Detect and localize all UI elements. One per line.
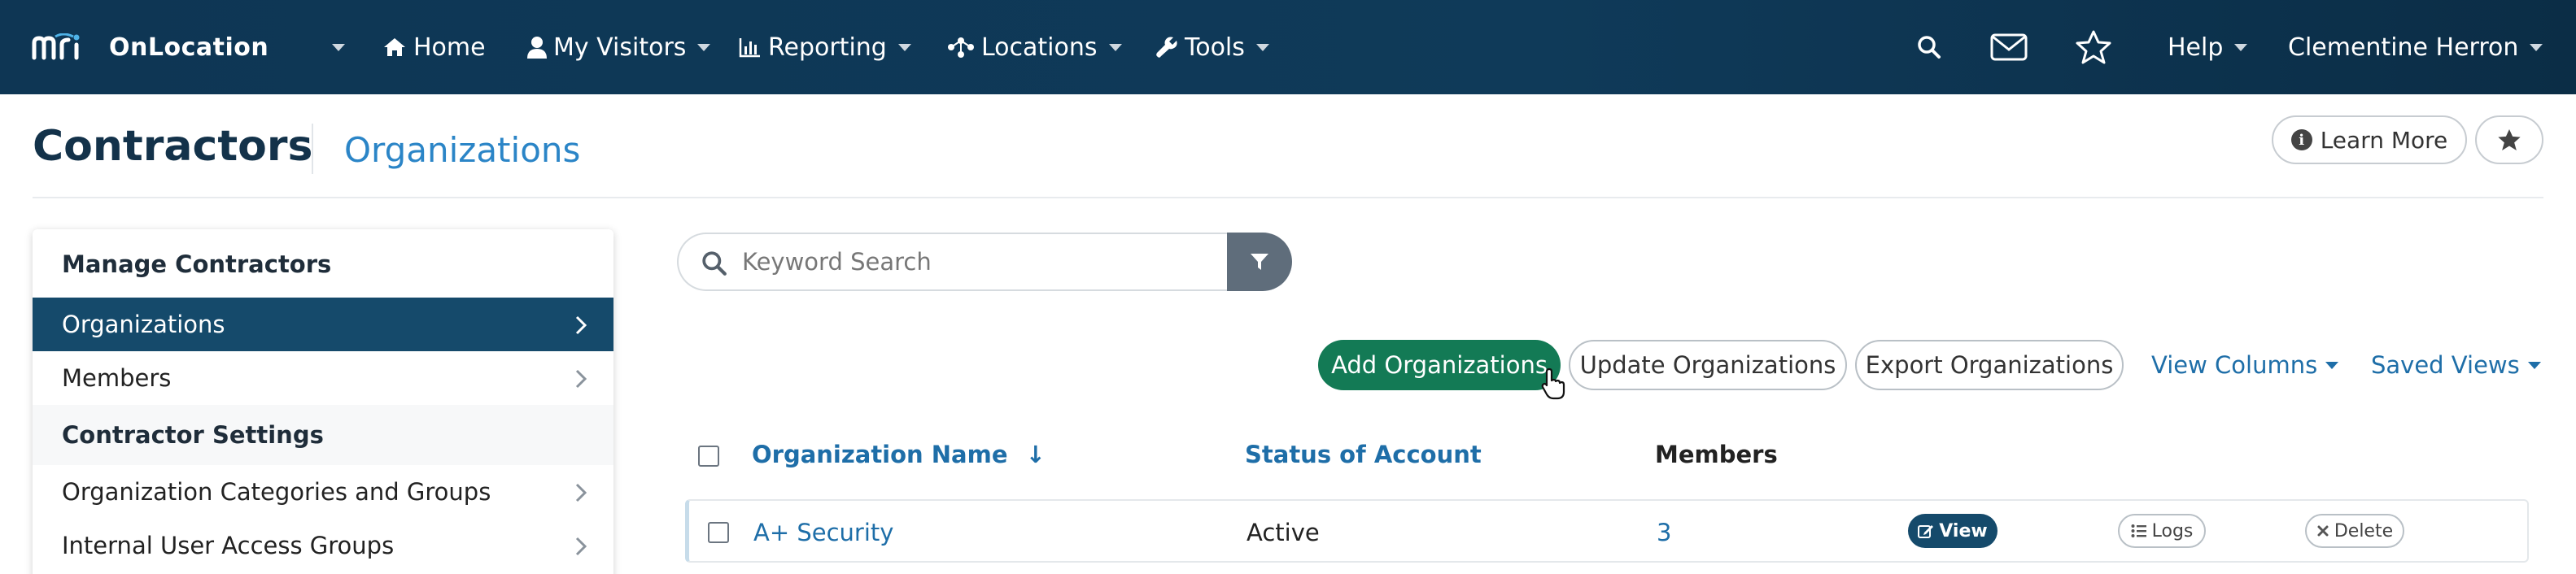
sidebar-item-internal-user-access-groups[interactable]: Internal User Access Groups: [33, 519, 613, 572]
page-title: Contractors: [33, 122, 313, 171]
user-name: Clementine Herron: [2288, 33, 2519, 62]
chevron-down-icon: [2325, 361, 2339, 369]
user-icon: [527, 36, 547, 59]
chevron-down-icon: [1108, 43, 1122, 51]
sidebar-item-label: Internal User Access Groups: [62, 532, 395, 559]
column-header-status-of-account[interactable]: Status of Account: [1245, 441, 1482, 468]
mri-logo-icon[interactable]: [31, 0, 98, 94]
brand-name[interactable]: OnLocation: [109, 0, 269, 94]
chevron-right-icon: [574, 314, 587, 341]
organization-name-link[interactable]: A+ Security: [753, 519, 893, 546]
search-input[interactable]: [742, 248, 1198, 276]
wrench-icon: [1155, 36, 1178, 59]
page-subtitle: Organizations: [344, 130, 581, 170]
nav-home-label: Home: [413, 33, 486, 62]
nav-reporting[interactable]: Reporting: [739, 0, 911, 94]
members-count-link[interactable]: 3: [1657, 519, 1671, 546]
delete-button[interactable]: Delete: [2305, 514, 2404, 548]
chevron-down-icon: [2530, 43, 2543, 51]
chevron-down-icon: [2527, 361, 2541, 369]
chevron-right-icon: [574, 481, 587, 509]
chevron-right-icon: [574, 367, 587, 395]
search-icon: [701, 250, 727, 282]
bar-chart-icon: [739, 37, 762, 58]
header-divider: [33, 197, 2543, 198]
filter-button[interactable]: [1227, 233, 1292, 291]
sidebar-heading-manage-contractors: Manage Contractors: [62, 250, 332, 278]
select-all-checkbox[interactable]: [698, 446, 719, 467]
row-checkbox[interactable]: [708, 522, 729, 543]
column-header-members: Members: [1655, 441, 1778, 468]
list-icon: [2131, 524, 2146, 537]
nodes-icon: [947, 37, 975, 58]
learn-more-label: Learn More: [2320, 126, 2448, 154]
chevron-down-icon: [897, 43, 911, 51]
view-columns-label: View Columns: [2151, 351, 2318, 379]
nav-my-visitors-label: My Visitors: [553, 33, 687, 62]
chevron-right-icon: [574, 535, 587, 563]
sidebar-item-organizations[interactable]: Organizations: [33, 298, 613, 351]
saved-views-label: Saved Views: [2371, 351, 2520, 379]
nav-home[interactable]: Home: [382, 0, 486, 94]
home-icon: [382, 37, 407, 58]
logs-button[interactable]: Logs: [2118, 514, 2206, 548]
title-divider: [312, 124, 313, 174]
chevron-down-icon: [2234, 43, 2248, 51]
sidebar-item-label: Organizations: [62, 311, 225, 338]
nav-help[interactable]: Help: [2168, 0, 2248, 94]
close-icon: [2317, 525, 2329, 537]
chevron-down-icon: [332, 43, 345, 51]
update-organizations-button[interactable]: Update Organizations: [1569, 340, 1847, 390]
table-row: A+ Security Active 3 View Logs Delete: [685, 499, 2529, 563]
saved-views-dropdown[interactable]: Saved Views: [2371, 340, 2541, 390]
nav-tools-label: Tools: [1185, 33, 1245, 62]
edit-icon: [1918, 525, 1934, 538]
sidebar: Manage Contractors Organizations Members…: [33, 229, 613, 574]
view-columns-dropdown[interactable]: View Columns: [2151, 340, 2339, 390]
info-icon: i: [2290, 129, 2312, 150]
status-of-account: Active: [1247, 519, 1320, 546]
search-icon[interactable]: [1917, 0, 1941, 94]
sidebar-item-members[interactable]: Members: [33, 351, 613, 405]
nav-my-visitors[interactable]: My Visitors: [527, 0, 711, 94]
keyword-search: [677, 233, 1230, 291]
star-icon: [2498, 129, 2521, 150]
nav-reporting-label: Reporting: [768, 33, 887, 62]
sidebar-item-organization-categories[interactable]: Organization Categories and Groups: [33, 465, 613, 519]
brand-dropdown-toggle[interactable]: [321, 0, 345, 94]
sidebar-heading-contractor-settings: Contractor Settings: [62, 421, 324, 449]
column-header-organization-name[interactable]: Organization Name ↓: [752, 441, 1046, 468]
nav-locations-label: Locations: [981, 33, 1098, 62]
view-button[interactable]: View: [1908, 514, 1997, 548]
nav-locations[interactable]: Locations: [947, 0, 1122, 94]
top-navigation-bar: OnLocation Home My Visitors Reporting Lo…: [0, 0, 2576, 94]
star-icon[interactable]: [2075, 0, 2112, 94]
chevron-down-icon: [1255, 43, 1269, 51]
envelope-icon[interactable]: [1990, 0, 2028, 94]
sort-arrow-down-icon: ↓: [1025, 441, 1046, 468]
user-menu[interactable]: Clementine Herron: [2288, 0, 2543, 94]
sidebar-section-contractor-settings: Contractor Settings: [33, 405, 613, 465]
chevron-down-icon: [697, 43, 711, 51]
export-organizations-button[interactable]: Export Organizations: [1855, 340, 2124, 390]
nav-tools[interactable]: Tools: [1155, 0, 1269, 94]
filter-icon: [1251, 254, 1268, 270]
favorite-page-button[interactable]: [2475, 115, 2543, 164]
nav-help-label: Help: [2168, 33, 2224, 62]
learn-more-button[interactable]: i Learn More: [2272, 115, 2467, 164]
sidebar-item-label: Organization Categories and Groups: [62, 478, 491, 506]
pointer-cursor-icon: [1541, 367, 1569, 403]
add-organizations-button[interactable]: Add Organizations: [1318, 340, 1561, 390]
sidebar-item-label: Members: [62, 364, 172, 392]
